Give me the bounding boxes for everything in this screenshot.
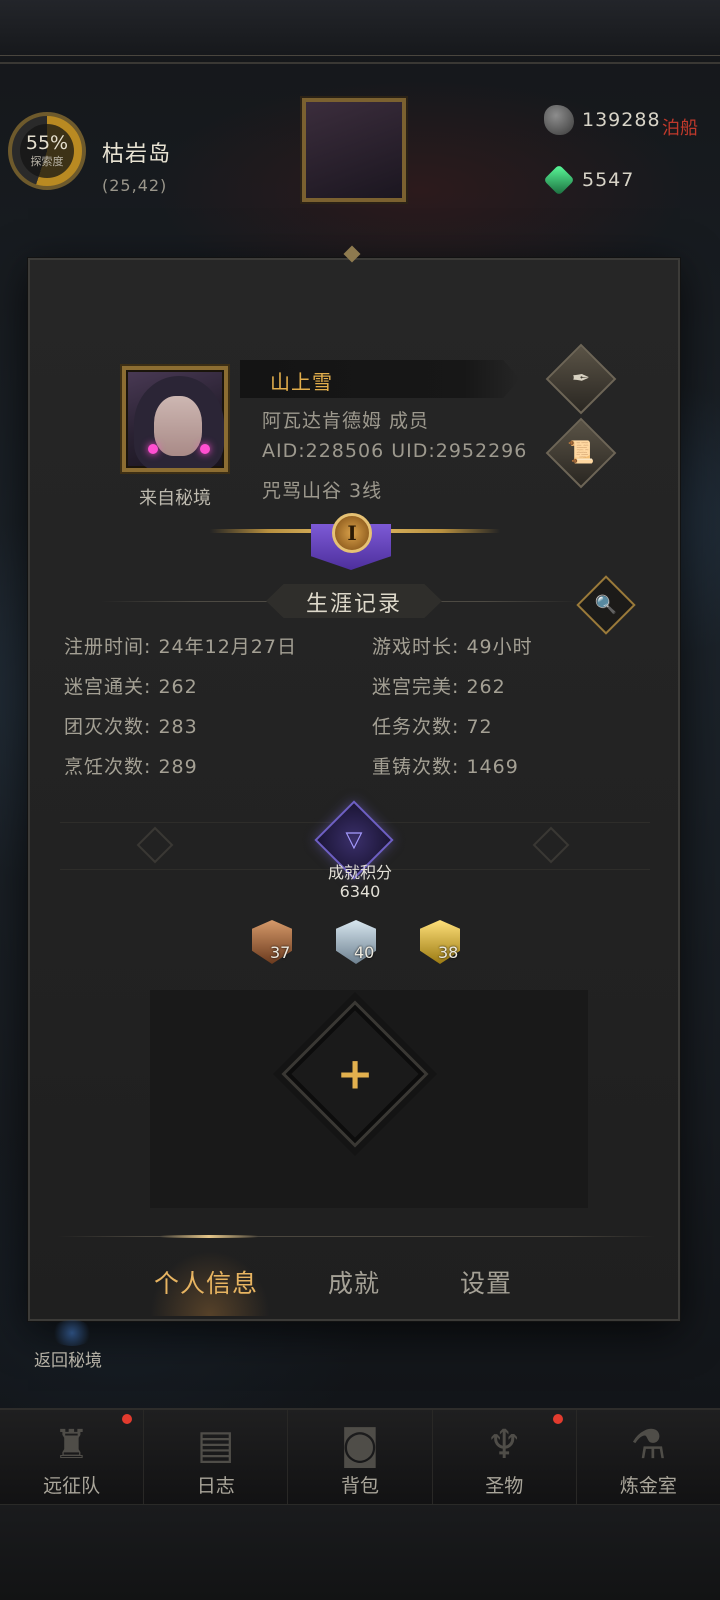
server-info: 咒骂山谷 3线	[262, 480, 383, 502]
nav-relics-label: 圣物	[485, 1475, 524, 1497]
nav-backpack[interactable]: ◙ 背包	[287, 1410, 431, 1504]
notification-dot	[552, 1414, 563, 1424]
rank-emblem[interactable]: I	[332, 513, 372, 553]
nav-alchemy-label: 炼金室	[619, 1475, 677, 1497]
nav-expedition-label: 远征队	[43, 1475, 101, 1497]
tab-personal-info[interactable]: 个人信息	[154, 1264, 258, 1300]
stat-quest-count: 任务次数: 72	[372, 716, 493, 738]
player-avatar[interactable]	[122, 366, 228, 472]
backpack-icon: ◙	[340, 1422, 380, 1468]
bronze-medal-count: 37	[270, 943, 291, 962]
resource-stone-value: 139288	[582, 109, 661, 131]
avatar-caption: 来自秘境	[139, 488, 211, 509]
nav-journal[interactable]: ▤ 日志	[143, 1410, 287, 1504]
footer-bar	[0, 1504, 720, 1600]
hud-player-portrait[interactable]	[302, 98, 406, 202]
stat-wipe-count: 团灭次数: 283	[64, 716, 198, 738]
explore-progress-ring[interactable]: 55% 探索度	[8, 112, 86, 190]
plus-icon: +	[336, 1048, 374, 1100]
nav-expedition[interactable]: ♜ 远征队	[0, 1410, 143, 1504]
resource-gem-value: 5547	[582, 169, 635, 191]
explore-percent: 55%	[25, 132, 69, 154]
account-ids: AID:228506 UID:2952296	[262, 440, 528, 462]
region-name: 枯岩岛	[102, 142, 172, 167]
resource-stone: 139288	[544, 100, 661, 140]
player-name: 山上雪	[270, 370, 333, 394]
guild-info: 阿瓦达肯德姆 成员	[262, 410, 430, 432]
nav-relics[interactable]: ♆ 圣物	[431, 1410, 576, 1504]
bottom-navigation: ♜ 远征队 ▤ 日志 ◙ 背包 ♆ 圣物 ⚗ 炼金室	[0, 1408, 720, 1504]
portal-icon	[50, 1320, 94, 1346]
stat-cooking-count: 烹饪次数: 289	[64, 756, 198, 778]
quill-icon: ✒	[571, 366, 591, 392]
stone-icon	[544, 105, 574, 135]
achievement-points-label: 成就积分	[327, 863, 392, 882]
nav-alchemy[interactable]: ⚗ 炼金室	[575, 1410, 720, 1504]
stat-reforge-count: 重铸次数: 1469	[372, 756, 519, 778]
active-tab-indicator	[160, 1235, 258, 1238]
stat-maze-clear: 迷宫通关: 262	[64, 676, 198, 698]
achievement-icon: ▽	[345, 827, 363, 853]
stat-maze-perfect: 迷宫完美: 262	[372, 676, 506, 698]
return-realm-button[interactable]: 返回秘境	[34, 1346, 102, 1371]
tab-divider	[56, 1236, 656, 1237]
stat-register-time: 注册时间: 24年12月27日	[64, 636, 297, 658]
achievement-points-value: 6340	[339, 882, 381, 901]
alchemy-icon: ⚗	[630, 1422, 667, 1468]
resource-gem: 5547	[543, 160, 635, 200]
nav-backpack-label: 背包	[341, 1475, 380, 1497]
top-status-bar	[0, 0, 720, 64]
green-gem-icon	[543, 164, 575, 196]
journal-icon: ▤	[196, 1422, 235, 1468]
gold-medal-count: 38	[438, 943, 459, 962]
region-coordinates: (25,42)	[102, 176, 168, 195]
career-stats: 注册时间: 24年12月27日 游戏时长: 49小时 迷宫通关: 262 迷宫完…	[64, 632, 624, 778]
silver-medal-count: 40	[354, 943, 375, 962]
magnifier-icon: 🔍	[594, 594, 618, 616]
scroll-icon: 📜	[567, 440, 595, 466]
stat-play-time: 游戏时长: 49小时	[372, 636, 533, 658]
relic-icon: ♆	[486, 1422, 523, 1468]
tab-settings[interactable]: 设置	[460, 1264, 512, 1300]
career-record-title: 生涯记录	[305, 592, 402, 617]
notification-dot	[122, 1414, 132, 1424]
tab-achievements[interactable]: 成就	[328, 1264, 380, 1300]
nav-journal-label: 日志	[196, 1475, 235, 1497]
explore-label: 探索度	[30, 155, 64, 168]
background-label: 泊船	[662, 118, 698, 139]
helmet-icon: ♜	[53, 1422, 90, 1468]
